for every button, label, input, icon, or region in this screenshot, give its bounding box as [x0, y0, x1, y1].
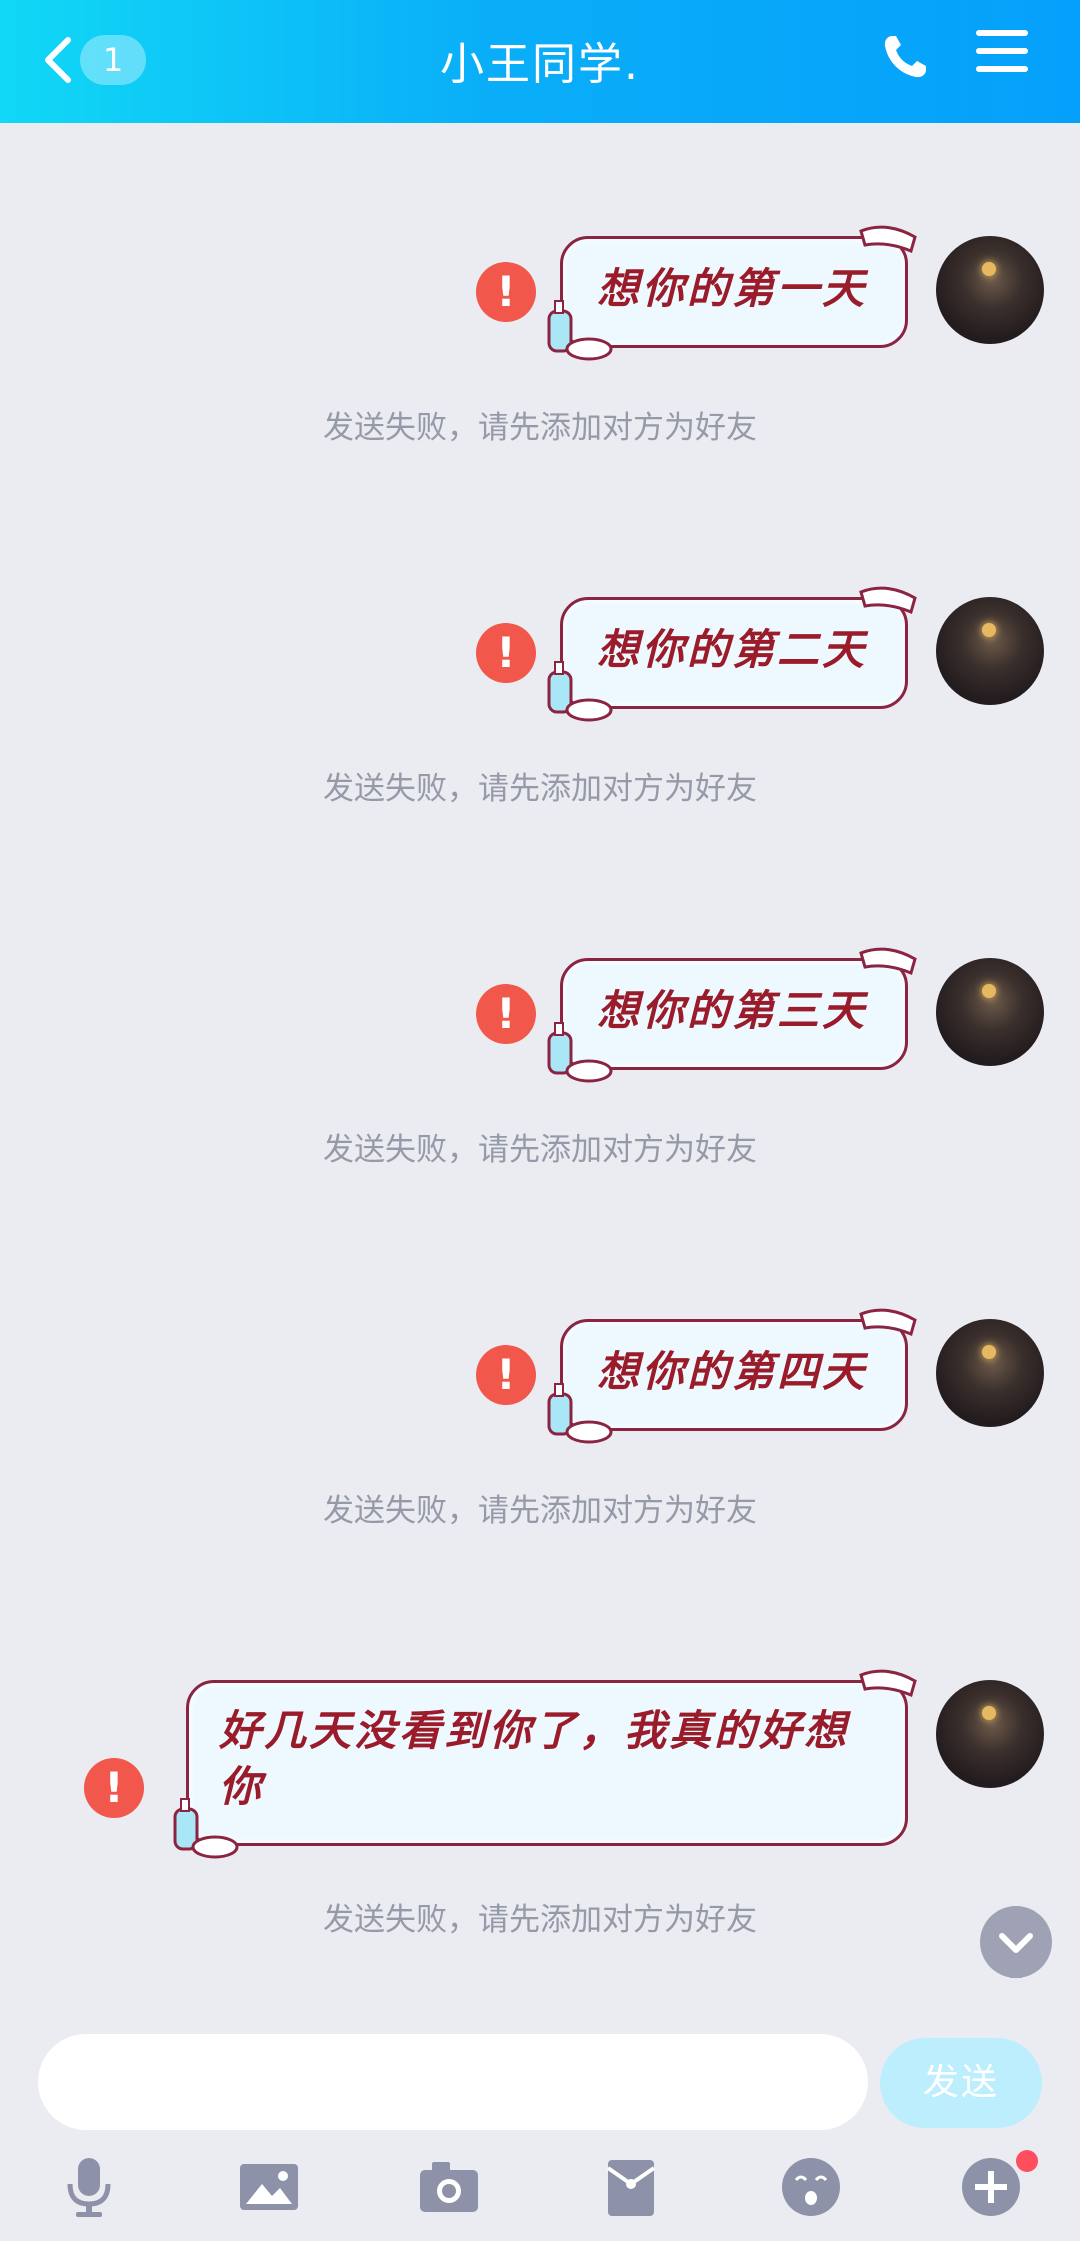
message-row: ! 想你的第一天 发送失败，请先添加对方为好友: [0, 225, 1080, 446]
avatar[interactable]: [936, 958, 1044, 1066]
emoji-icon[interactable]: [780, 2156, 842, 2218]
scroll-to-bottom-button[interactable]: [980, 1906, 1052, 1986]
message-row: ! 想你的第三天 发送失败，请先添加对方为好友: [0, 947, 1080, 1168]
message-row: ! 想你的第二天 发送失败，请先添加对方为好友: [0, 586, 1080, 807]
send-failed-text: 发送失败，请先添加对方为好友: [323, 771, 757, 807]
message-row: ! 想你的第四天 发送失败，请先添加对方为好友: [0, 1308, 1080, 1529]
menu-line: [976, 48, 1028, 54]
message-text: 想你的第二天: [597, 625, 868, 674]
image-icon[interactable]: [238, 2156, 300, 2218]
send-failed-icon[interactable]: !: [476, 262, 536, 322]
chevron-down-icon: [999, 1933, 1033, 1986]
message-bubble[interactable]: 好几天没看到你了，我真的好想你: [173, 1669, 917, 1859]
avatar[interactable]: [936, 1680, 1044, 1788]
message-text: 想你的第四天: [597, 1347, 868, 1396]
message-bubble[interactable]: 想你的第一天: [547, 225, 917, 361]
message-text: 想你的第一天: [597, 264, 868, 313]
avatar[interactable]: [936, 1319, 1044, 1427]
send-failed-text: 发送失败，请先添加对方为好友: [323, 410, 757, 446]
plus-icon[interactable]: [960, 2156, 1022, 2218]
send-failed-icon[interactable]: !: [476, 623, 536, 683]
goggles-decoration-icon: [859, 586, 917, 615]
menu-button[interactable]: [976, 30, 1028, 82]
send-failed-icon[interactable]: !: [84, 1758, 144, 1818]
phone-icon[interactable]: [880, 32, 930, 82]
red-packet-icon[interactable]: [600, 2156, 662, 2218]
goggles-decoration-icon: [859, 1669, 917, 1698]
message-input[interactable]: [38, 2034, 868, 2130]
menu-line: [976, 66, 1028, 72]
send-failed-text: 发送失败，请先添加对方为好友: [323, 1493, 757, 1529]
send-failed-icon[interactable]: !: [476, 1345, 536, 1405]
chat-header: 1 小王同学.: [0, 0, 1080, 123]
message-text: 好几天没看到你了，我真的好想你: [219, 1706, 850, 1811]
send-failed-text: 发送失败，请先添加对方为好友: [323, 1132, 757, 1168]
message-bubble[interactable]: 想你的第二天: [547, 586, 917, 722]
send-button[interactable]: 发送: [880, 2038, 1042, 2128]
microphone-icon[interactable]: [58, 2156, 120, 2218]
menu-line: [976, 30, 1028, 36]
message-row: ! 好几天没看到你了，我真的好想你 发送失败，请先添加对方为好友: [0, 1669, 1080, 1938]
avatar[interactable]: [936, 236, 1044, 344]
goggles-decoration-icon: [859, 947, 917, 976]
message-bubble[interactable]: 想你的第三天: [547, 947, 917, 1083]
goggles-decoration-icon: [859, 1308, 917, 1337]
send-failed-text: 发送失败，请先添加对方为好友: [323, 1902, 757, 1938]
goggles-decoration-icon: [859, 225, 917, 254]
camera-icon[interactable]: [418, 2156, 480, 2218]
message-bubble[interactable]: 想你的第四天: [547, 1308, 917, 1444]
message-text: 想你的第三天: [597, 986, 868, 1035]
notification-dot: [1016, 2150, 1038, 2172]
avatar[interactable]: [936, 597, 1044, 705]
send-failed-icon[interactable]: !: [476, 984, 536, 1044]
